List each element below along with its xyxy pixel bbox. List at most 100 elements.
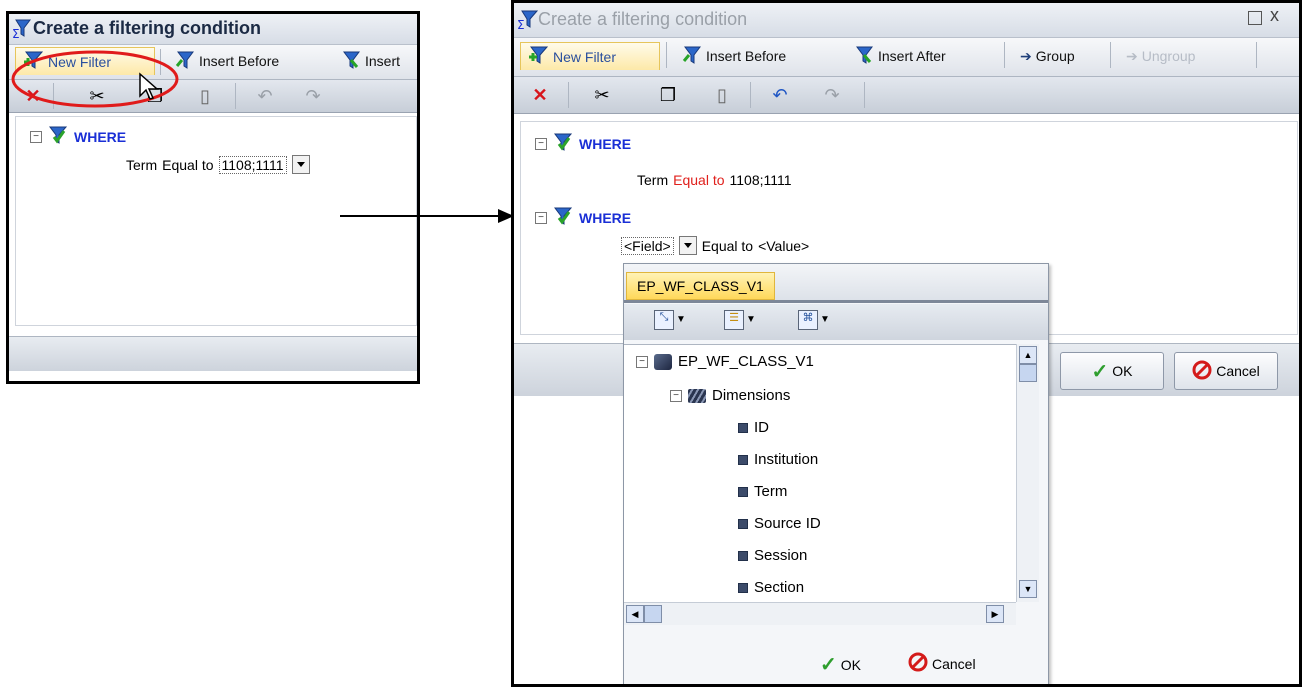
redo-icon[interactable]: ↷	[301, 84, 325, 108]
tree-field-item[interactable]: Source ID	[738, 515, 821, 532]
svg-text:Σ: Σ	[517, 18, 525, 31]
value-dropdown-icon[interactable]	[291, 155, 310, 174]
condition-operator[interactable]: Equal to	[162, 157, 213, 173]
field-tree: − EP_WF_CLASS_V1 − Dimensions ID Institu…	[624, 344, 1016, 603]
field-icon	[738, 582, 748, 593]
transition-arrow	[340, 209, 514, 223]
field-label: Source ID	[754, 515, 821, 532]
redo-icon[interactable]: ↷	[820, 83, 844, 107]
horizontal-scrollbar[interactable]: ◀ ▶	[624, 602, 1016, 625]
tab-ungroup[interactable]: ➔ Ungroup	[1120, 42, 1201, 70]
collapse-icon[interactable]: −	[30, 130, 42, 143]
check-icon: ✓	[1091, 360, 1109, 383]
tab-insert-before[interactable]: Insert Before	[676, 42, 792, 70]
condition-row: Term Equal to 1108;1111	[126, 155, 310, 174]
tree-root[interactable]: − EP_WF_CLASS_V1	[636, 353, 814, 370]
scroll-thumb[interactable]	[644, 605, 662, 623]
maximize-icon[interactable]	[1248, 11, 1262, 25]
field-icon	[738, 454, 748, 465]
paste-icon[interactable]: ▯	[710, 83, 734, 107]
field-label: ID	[754, 419, 769, 436]
field-label: Term	[754, 483, 788, 500]
field-picker-popup: EP_WF_CLASS_V1 ⤡ ▼ ☰ ▼ ⌘ ▼ − EP_WF_CLASS…	[623, 263, 1049, 684]
cut-icon[interactable]: ✂	[590, 83, 614, 107]
cube-icon	[654, 353, 672, 370]
cancel-label: Cancel	[932, 655, 976, 672]
toolbar-separator	[235, 83, 236, 109]
tab-insert-after[interactable]: Insert After	[848, 42, 952, 70]
where-row: − WHERE	[535, 206, 631, 229]
field-dropdown-icon[interactable]	[678, 236, 697, 255]
tab-label: Ungroup	[1141, 48, 1196, 64]
tree-field-item[interactable]: ID	[738, 419, 769, 436]
svg-text:Σ: Σ	[12, 27, 20, 40]
mouse-cursor-icon	[139, 72, 159, 100]
large-dialog-title: Create a filtering condition	[538, 9, 748, 29]
small-status-bar	[9, 336, 417, 371]
where-funnel-icon	[553, 206, 573, 229]
tree-field-item[interactable]: Session	[738, 547, 807, 564]
scroll-left-icon[interactable]: ◀	[626, 605, 644, 623]
condition-field[interactable]: Term	[637, 172, 668, 188]
tree-root-label: EP_WF_CLASS_V1	[678, 353, 814, 370]
picker-toolbar: ⤡ ▼ ☰ ▼ ⌘ ▼	[624, 304, 1048, 340]
condition-value[interactable]: 1108;1111	[730, 172, 792, 188]
ok-button[interactable]: ✓ OK	[1060, 352, 1164, 390]
hierarchy-view-button[interactable]: ⌘ ▼	[798, 310, 830, 330]
highlight-oval	[11, 50, 179, 108]
condition-value-input[interactable]: 1108;1111	[218, 155, 287, 174]
where-label: WHERE	[74, 128, 127, 145]
chevron-down-icon: ▼	[746, 314, 756, 325]
tab-insert[interactable]: Insert	[335, 47, 406, 75]
hierarchy-icon: ⌘	[798, 310, 818, 330]
picker-ok-button[interactable]: ✓ OK	[820, 652, 861, 677]
cancel-icon	[1192, 360, 1212, 383]
undo-icon[interactable]: ↶	[768, 83, 792, 107]
dimensions-icon	[688, 388, 706, 403]
delete-icon[interactable]: ✕	[528, 83, 552, 107]
tab-label: Group	[1035, 48, 1075, 64]
field-selector[interactable]: <Field>	[621, 236, 674, 255]
tree-field-item[interactable]: Institution	[738, 451, 818, 468]
picker-cancel-button[interactable]: Cancel	[908, 652, 976, 675]
undo-icon[interactable]: ↶	[253, 84, 277, 108]
collapse-icon[interactable]: −	[670, 389, 682, 402]
tab-group[interactable]: ➔ Group	[1014, 42, 1081, 70]
scroll-up-icon[interactable]: ▲	[1019, 346, 1037, 364]
condition-operator[interactable]: Equal to	[673, 172, 724, 188]
copy-icon[interactable]: ❐	[656, 83, 680, 107]
collapse-icon[interactable]: −	[636, 355, 648, 368]
tab-separator	[1256, 42, 1257, 68]
cancel-button[interactable]: Cancel	[1174, 352, 1278, 390]
tree-field-item[interactable]: Term	[738, 483, 787, 500]
toolbar-separator	[750, 82, 751, 108]
list-view-icon: ☰	[724, 310, 744, 330]
where-label: WHERE	[579, 209, 632, 226]
list-view-button[interactable]: ☰ ▼	[724, 310, 756, 330]
vertical-scrollbar[interactable]: ▲ ▼	[1016, 344, 1039, 602]
ok-label: OK	[1112, 363, 1133, 379]
paste-icon[interactable]: ▯	[193, 84, 217, 108]
scroll-thumb[interactable]	[1019, 364, 1037, 382]
close-icon[interactable]: x	[1270, 5, 1279, 26]
scroll-right-icon[interactable]: ▶	[986, 605, 1004, 623]
cancel-label: Cancel	[1216, 363, 1260, 379]
large-toolbar: ✕ ✂ ❐ ▯ ↶ ↷	[514, 77, 1299, 114]
collapse-icon[interactable]: −	[535, 211, 547, 224]
tab-separator	[1110, 42, 1111, 68]
check-icon: ✓	[820, 654, 837, 676]
tab-separator	[1004, 42, 1005, 68]
tree-field-item[interactable]: Section	[738, 579, 804, 596]
small-dialog-title: Create a filtering condition	[33, 18, 262, 38]
tree-dimensions[interactable]: − Dimensions	[670, 387, 790, 404]
chevron-down-icon: ▼	[676, 314, 686, 325]
condition-field[interactable]: Term	[126, 157, 157, 173]
view-mode-button[interactable]: ⤡ ▼	[654, 310, 686, 330]
collapse-icon[interactable]: −	[535, 137, 547, 150]
condition-value[interactable]: <Value>	[758, 238, 809, 254]
tab-new-filter[interactable]: New Filter	[520, 42, 660, 70]
condition-operator[interactable]: Equal to	[702, 238, 753, 254]
field-label: Institution	[754, 451, 819, 468]
picker-tab[interactable]: EP_WF_CLASS_V1	[626, 272, 775, 300]
scroll-down-icon[interactable]: ▼	[1019, 580, 1037, 598]
